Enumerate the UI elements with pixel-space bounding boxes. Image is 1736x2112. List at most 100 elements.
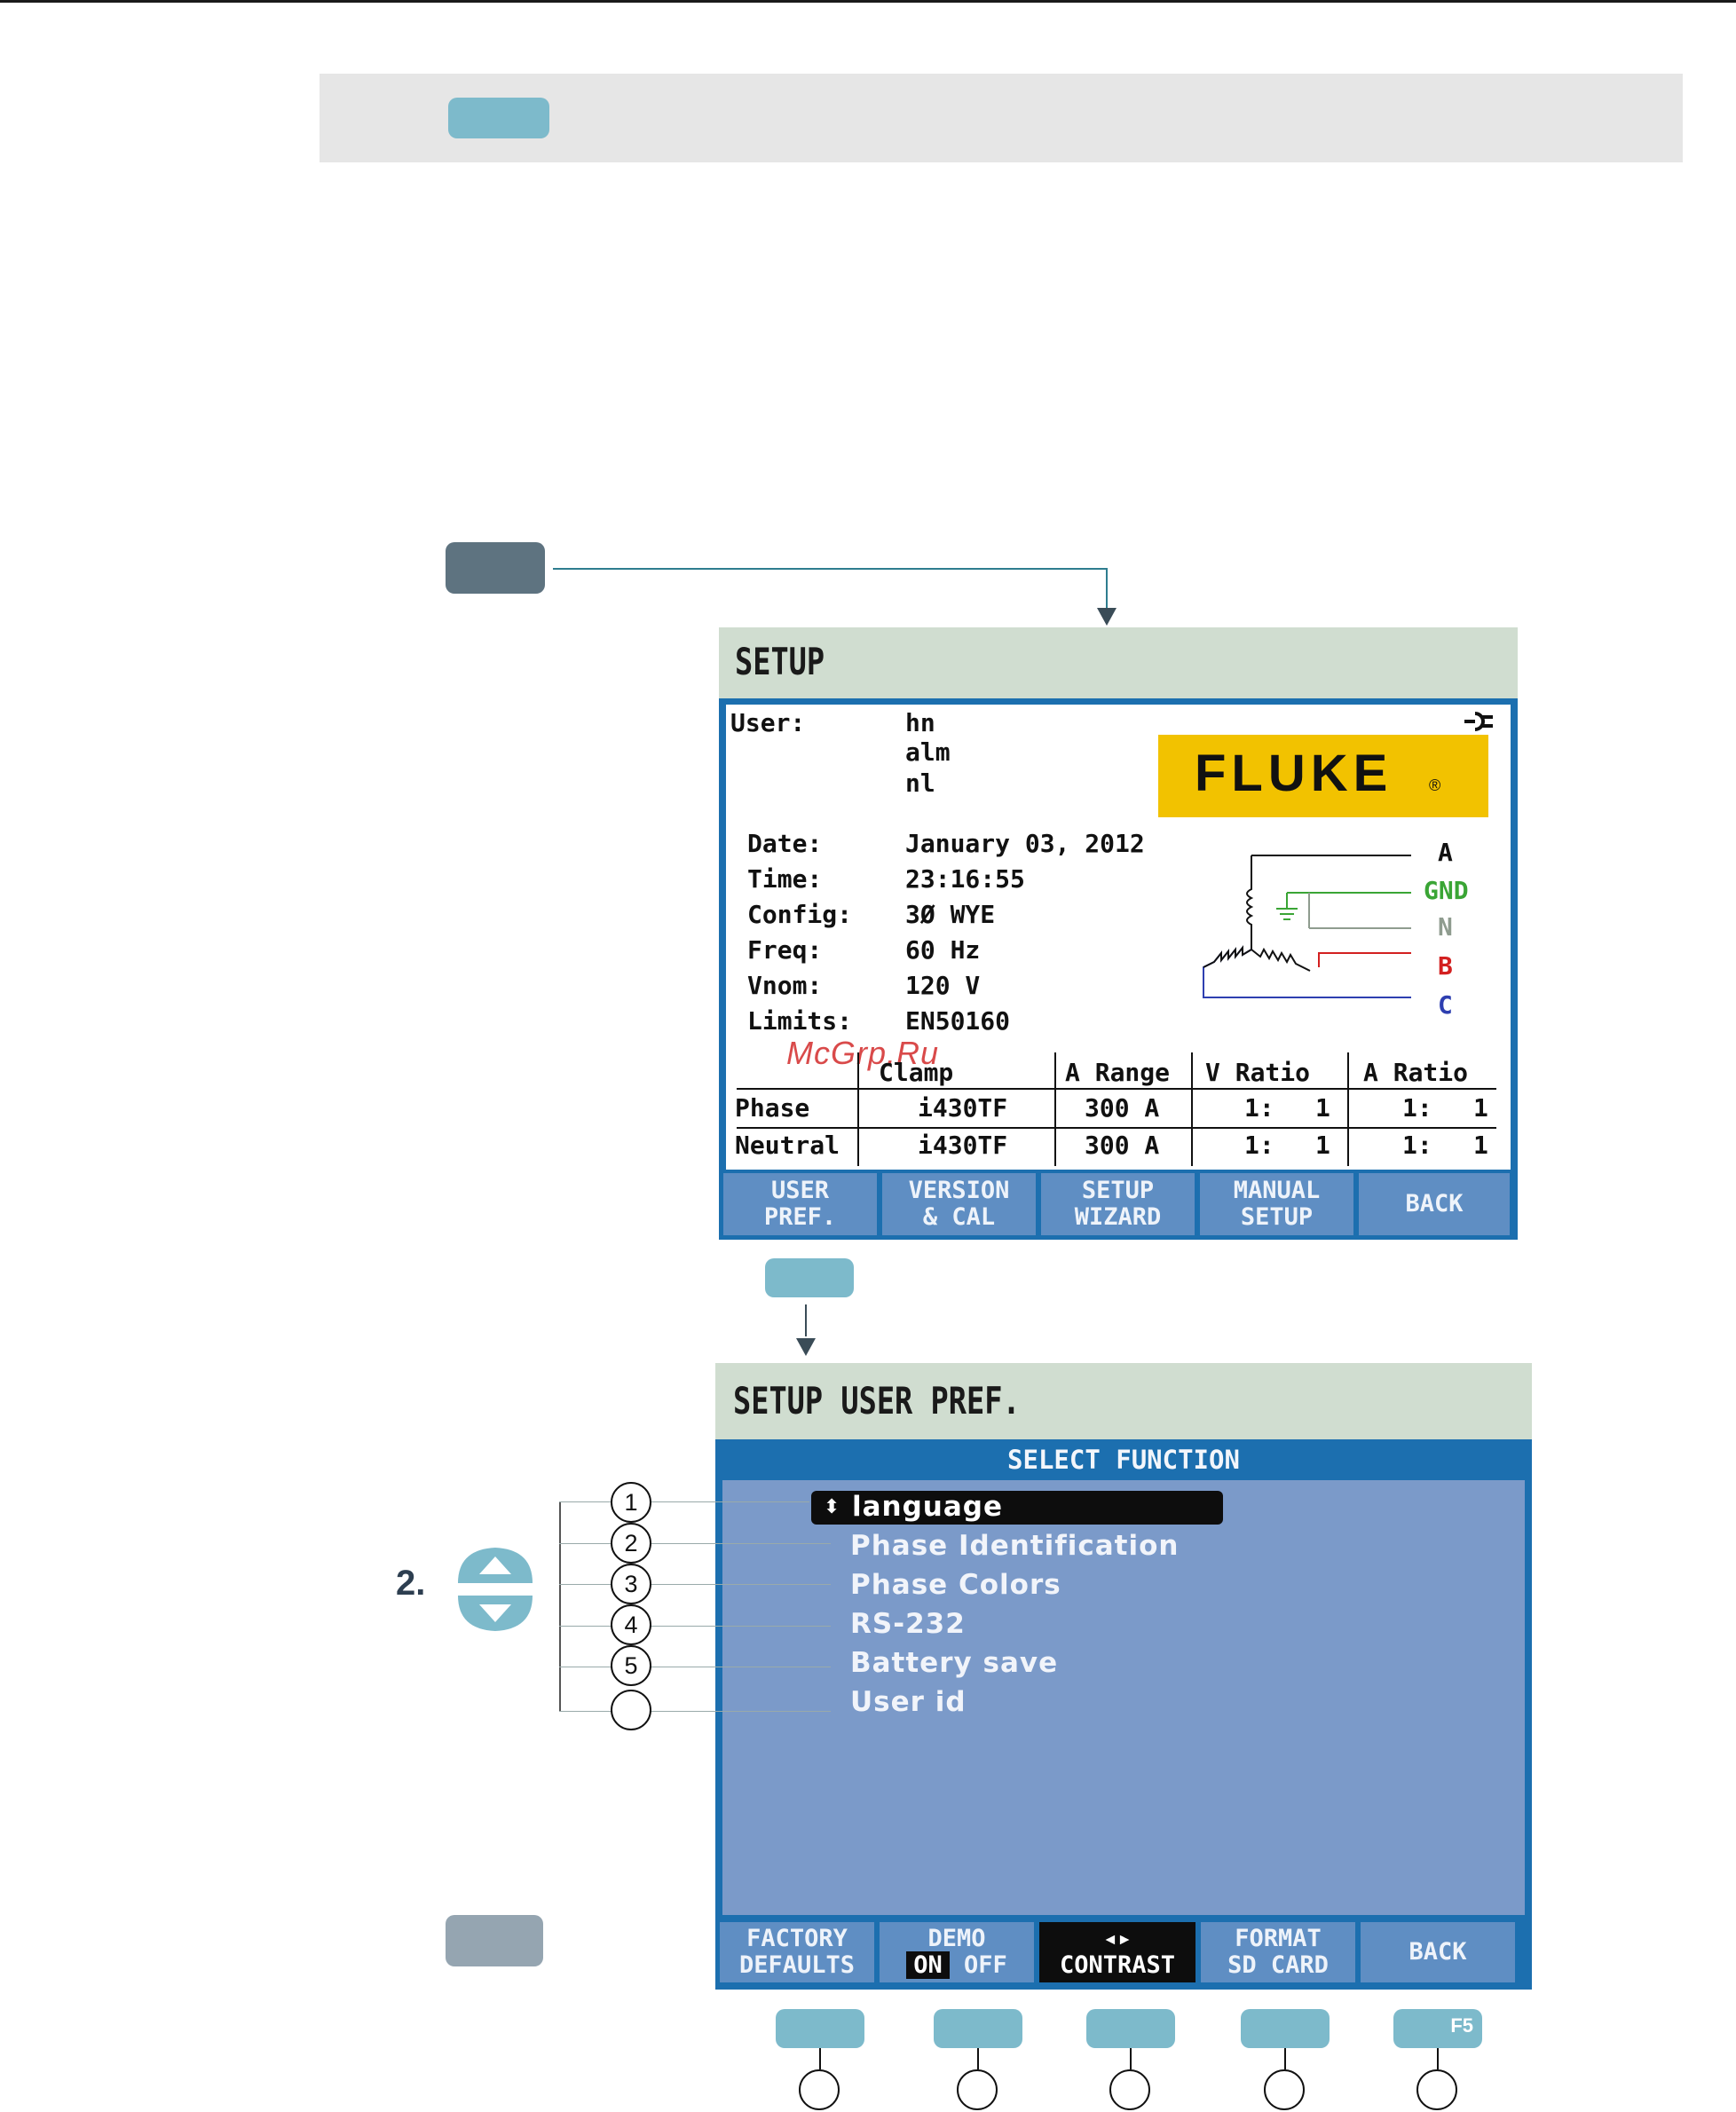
- select-function-header: SELECT FUNCTION: [1007, 1445, 1240, 1475]
- user-label: User:: [730, 708, 806, 737]
- softkey-label: DEMO: [927, 1925, 986, 1953]
- demo-toggle: ON OFF: [880, 1951, 1034, 1979]
- menu-item-phase-identification[interactable]: Phase Identification: [850, 1530, 1179, 1562]
- table-divider: [737, 1088, 1496, 1090]
- callout-line: [559, 1584, 831, 1585]
- version-cal-softkey[interactable]: VERSION & CAL: [882, 1173, 1036, 1235]
- callout-line: [977, 2048, 979, 2069]
- callout-bracket: [559, 1501, 561, 1711]
- power-plug-icon: [1463, 710, 1498, 737]
- callout-number: 4: [611, 1604, 651, 1645]
- left-right-icon: ◂▸: [1102, 1925, 1132, 1953]
- row-label-neutral: Neutral: [735, 1131, 840, 1160]
- vnom-label: Vnom:: [747, 971, 823, 1000]
- table-divider: [857, 1052, 859, 1166]
- enter-key[interactable]: [446, 1915, 543, 1966]
- user-pref-softkeys: FACTORY DEFAULTS DEMO ON OFF ◂▸ CONTRAST…: [720, 1922, 1515, 1982]
- vnom-value: 120 V: [905, 971, 981, 1000]
- date-value: January 03, 2012: [905, 829, 1145, 858]
- page-title: SETUP USER PREF.: [733, 1379, 1021, 1422]
- user-pref-title-bar: SETUP USER PREF.: [715, 1363, 1532, 1439]
- softkey-label: MANUAL: [1233, 1177, 1321, 1205]
- table-cell: 1: [1315, 1131, 1330, 1160]
- registered-icon: ®: [1429, 776, 1441, 794]
- f1-key[interactable]: [776, 2009, 864, 2048]
- row-label-phase: Phase: [735, 1093, 810, 1123]
- manual-setup-softkey[interactable]: MANUAL SETUP: [1200, 1173, 1353, 1235]
- f4-key[interactable]: [1241, 2009, 1330, 2048]
- table-divider: [1191, 1052, 1193, 1166]
- setup-wizard-softkey[interactable]: SETUP WIZARD: [1041, 1173, 1195, 1235]
- softkey-label: BACK: [1409, 1938, 1467, 1966]
- demo-on-label: ON: [906, 1951, 950, 1979]
- top-rule: [0, 0, 1736, 3]
- menu-item-battery-save[interactable]: Battery save: [850, 1647, 1058, 1679]
- arrow-up-key[interactable]: [454, 1546, 536, 1588]
- col-header: A Range: [1065, 1058, 1171, 1087]
- table-cell: 1: [1315, 1093, 1330, 1123]
- menu-item-user-id[interactable]: User id: [850, 1686, 967, 1718]
- callout-line: [559, 1501, 809, 1502]
- softkey-label: DEFAULTS: [738, 1951, 856, 1979]
- softkey-label: VERSION: [908, 1177, 1010, 1205]
- menu-item-rs232[interactable]: RS-232: [850, 1608, 966, 1640]
- format-sd-card-softkey[interactable]: FORMAT SD CARD: [1201, 1922, 1355, 1982]
- callout-number: 3: [611, 1564, 651, 1604]
- callout-line: [819, 2048, 821, 2069]
- up-down-icon: ⬍: [824, 1496, 840, 1518]
- table-cell: 1:: [1244, 1131, 1274, 1160]
- user-line: hn: [905, 708, 935, 737]
- limits-label: Limits:: [747, 1006, 853, 1036]
- softkey-label: USER: [770, 1177, 830, 1205]
- menu-item-language[interactable]: language: [852, 1491, 1003, 1523]
- config-value: 3Ø WYE: [905, 900, 996, 929]
- col-header: A Ratio: [1363, 1058, 1469, 1087]
- menu-item-phase-colors[interactable]: Phase Colors: [850, 1569, 1061, 1601]
- setup-softkeys: USER PREF. VERSION & CAL SETUP WIZARD MA…: [723, 1173, 1510, 1235]
- time-label: Time:: [747, 864, 823, 894]
- callout-line: [1284, 2048, 1286, 2069]
- table-cell: 1:: [1244, 1093, 1274, 1123]
- setup-key[interactable]: [448, 98, 549, 138]
- callout-circle: [1109, 2069, 1150, 2110]
- table-cell: i430TF: [918, 1131, 1008, 1160]
- f3-key[interactable]: [1086, 2009, 1175, 2048]
- step-label: 2.: [396, 1564, 426, 1603]
- f5-key[interactable]: F5: [1393, 2009, 1482, 2048]
- softkey-label: SETUP: [1240, 1203, 1314, 1231]
- table-divider: [1054, 1052, 1056, 1166]
- user-pref-softkey[interactable]: USER PREF.: [723, 1173, 877, 1235]
- limits-value: EN50160: [905, 1006, 1011, 1036]
- setup-button[interactable]: [446, 542, 545, 594]
- callout-number: 5: [611, 1645, 651, 1686]
- softkey-label: SD CARD: [1227, 1951, 1329, 1979]
- phase-a-label: A: [1438, 838, 1453, 867]
- softkey-label: SETUP: [1081, 1177, 1155, 1205]
- softkey-label: CONTRAST: [1059, 1951, 1176, 1979]
- table-divider: [737, 1127, 1496, 1129]
- softkey-label: & CAL: [922, 1203, 996, 1231]
- user-line: nl: [905, 768, 935, 798]
- col-header: Clamp: [879, 1058, 954, 1087]
- demo-softkey[interactable]: DEMO ON OFF: [880, 1922, 1034, 1982]
- f1-key[interactable]: [765, 1258, 854, 1297]
- phase-n-label: N: [1438, 912, 1453, 942]
- callout-number: [611, 1690, 651, 1730]
- table-cell: 300 A: [1085, 1131, 1160, 1160]
- page-title: SETUP: [735, 640, 825, 683]
- f2-key[interactable]: [934, 2009, 1022, 2048]
- callout-circle: [799, 2069, 840, 2110]
- arrow-down-key[interactable]: [454, 1594, 536, 1636]
- col-header: V Ratio: [1205, 1058, 1311, 1087]
- connector-line: [805, 1304, 807, 1336]
- contrast-softkey[interactable]: ◂▸ CONTRAST: [1039, 1922, 1195, 1982]
- factory-defaults-softkey[interactable]: FACTORY DEFAULTS: [720, 1922, 874, 1982]
- callout-line: [1130, 2048, 1132, 2069]
- freq-label: Freq:: [747, 935, 823, 965]
- back-softkey[interactable]: BACK: [1361, 1922, 1515, 1982]
- setup-title-bar: SETUP: [719, 627, 1518, 698]
- fluke-logo: FLUKE: [1195, 745, 1393, 802]
- back-softkey[interactable]: BACK: [1359, 1173, 1510, 1235]
- f5-label: F5: [1450, 2014, 1473, 2037]
- phase-gnd-label: GND: [1424, 876, 1469, 905]
